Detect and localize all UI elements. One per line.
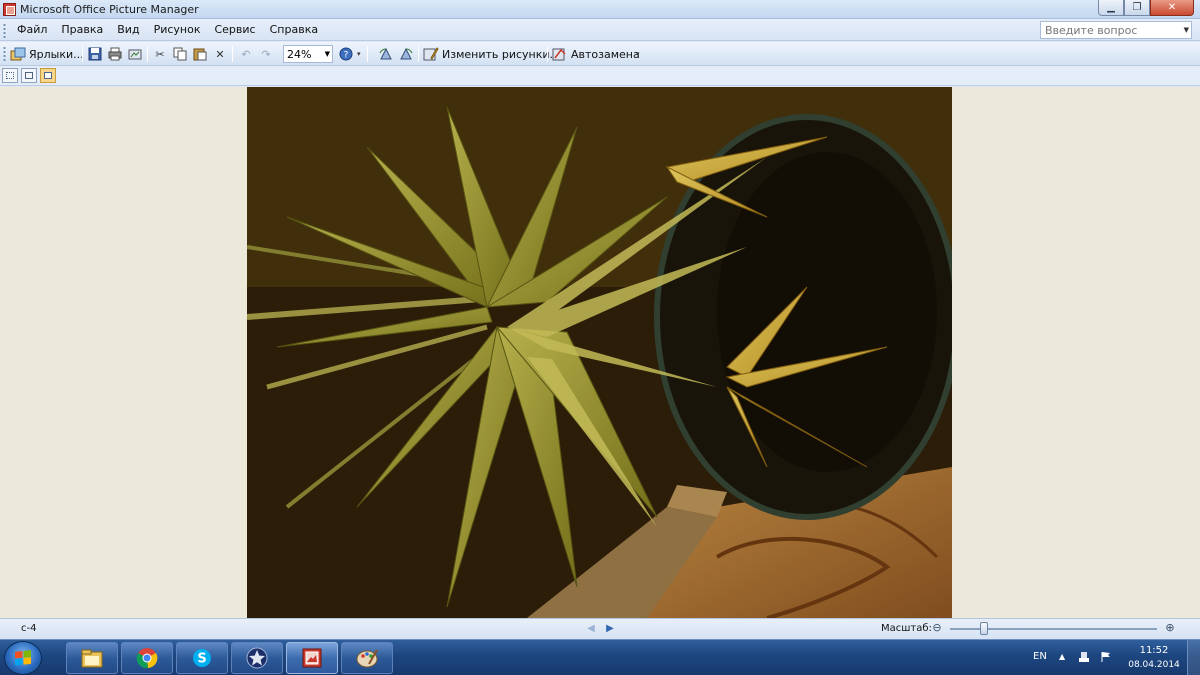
toolbar-grip-handle[interactable] [3,46,6,62]
rotate-left-icon[interactable] [378,46,394,62]
edit-pictures-label: Изменить рисунки... [442,47,561,61]
menu-view[interactable]: Вид [110,23,146,36]
rotate-right-icon[interactable] [398,46,414,62]
clock-date[interactable]: 08.04.2014 [1126,660,1182,670]
toolbar-separator [147,46,148,62]
zoom-label: Масштаб: [881,623,932,634]
save-icon[interactable] [87,46,103,62]
chevron-down-icon[interactable]: ▼ [325,50,330,58]
toolbar-separator [547,46,548,62]
picture-preview[interactable] [247,87,952,618]
edit-pictures-button[interactable]: Изменить рисунки... [423,45,560,63]
window-title: Microsoft Office Picture Manager [20,3,199,16]
shortcuts-button[interactable]: Ярлыки... [10,45,84,63]
auto-correct-label: Автозамена [571,47,640,61]
menu-bar: Файл Правка Вид Рисунок Сервис Справка В… [0,19,1200,41]
auto-correct-button[interactable]: Автозамена [552,45,640,63]
minimize-button[interactable]: ▁ [1098,0,1124,16]
paint-palette-icon [356,649,378,668]
ask-question-box[interactable]: Введите вопрос ▼ [1040,21,1192,39]
status-bar: с-4 ◀ ▶ Масштаб: ⊖ ⊕ [0,618,1200,639]
copy-icon[interactable] [172,46,188,62]
export-icon[interactable] [127,46,143,62]
auto-correct-icon [552,46,568,62]
single-picture-view-icon[interactable] [40,68,56,83]
close-button[interactable]: ✕ [1150,0,1194,16]
menu-help[interactable]: Справка [263,23,325,36]
ask-question-placeholder: Введите вопрос [1045,24,1138,37]
menu-picture[interactable]: Рисунок [147,23,208,36]
taskbar-paint-button[interactable] [341,642,393,674]
zoom-in-icon[interactable]: ⊕ [1163,621,1177,635]
folder-icon [81,649,103,668]
menu-grip-handle[interactable] [3,23,6,38]
start-button[interactable] [4,641,42,675]
clock-time[interactable]: 11:52 [1129,645,1179,656]
show-desktop-button[interactable] [1187,640,1200,675]
menu-edit[interactable]: Правка [54,23,110,36]
edit-pictures-icon [423,46,439,62]
current-file-name: с-4 [21,623,37,634]
cut-icon[interactable]: ✂ [152,46,168,62]
chrome-icon [136,648,158,669]
shortcuts-icon [10,46,26,62]
thumbnail-view-icon[interactable] [2,68,18,83]
zoom-select[interactable]: 24% ▼ [283,45,333,63]
picture-manager-app-icon[interactable] [3,3,16,16]
maximize-button[interactable]: ❐ [1124,0,1150,16]
zoom-slider-thumb[interactable] [979,622,988,635]
taskbar-star-app-button[interactable] [231,642,283,674]
toolbar-separator [367,46,368,62]
star-icon [246,647,268,669]
previous-picture-icon[interactable]: ◀ [585,623,597,635]
taskbar-picture-manager-button[interactable] [286,642,338,674]
svg-text:S: S [197,652,206,667]
taskbar: S EN ▲ 11:52 08.04.2014 [0,639,1200,675]
usb-device-icon[interactable] [1078,651,1090,663]
print-icon[interactable] [107,46,123,62]
svg-text:?: ? [344,51,349,61]
taskbar-chrome-button[interactable] [121,642,173,674]
delete-icon[interactable]: ✕ [212,46,228,62]
help-icon[interactable]: ? [338,46,354,62]
title-bar: Microsoft Office Picture Manager ▁ ❐ ✕ [0,0,1200,19]
toolbar-separator [232,46,233,62]
menu-file[interactable]: Файл [10,23,54,36]
toolbar-options-icon[interactable]: ▾ [357,50,361,58]
zoom-select-value: 24% [287,48,312,61]
picture-manager-icon [302,648,322,668]
undo-icon[interactable]: ↶ [238,46,254,62]
menu-list: Файл Правка Вид Рисунок Сервис Справка [10,23,325,36]
toolbar-options-icon[interactable]: ▾ [636,50,640,58]
plant-photo-image [247,87,952,618]
language-indicator[interactable]: EN [1033,651,1047,662]
paste-icon[interactable] [192,46,208,62]
show-hidden-icons-icon[interactable]: ▲ [1059,652,1065,661]
standard-toolbar: Ярлыки... ✂ ✕ ↶ ↷ 24% ▼ ? ▾ Изменить рис… [0,42,1200,66]
taskbar-skype-button[interactable]: S [176,642,228,674]
skype-icon: S [193,649,211,667]
shortcuts-label: Ярлыки... [29,47,84,61]
taskbar-explorer-button[interactable] [66,642,118,674]
redo-icon[interactable]: ↷ [258,46,274,62]
next-picture-icon[interactable]: ▶ [604,623,616,635]
filmstrip-view-icon[interactable] [21,68,37,83]
action-center-flag-icon[interactable] [1100,651,1112,663]
zoom-out-icon[interactable]: ⊖ [930,621,944,635]
menu-tools[interactable]: Сервис [207,23,262,36]
window-controls: ▁ ❐ ✕ [1098,0,1194,16]
toolbar-separator [418,46,419,62]
toolbar-separator [82,46,83,62]
view-toolbar [0,66,1200,86]
chevron-down-icon[interactable]: ▼ [1184,26,1189,34]
picture-preview-area [0,87,1200,618]
